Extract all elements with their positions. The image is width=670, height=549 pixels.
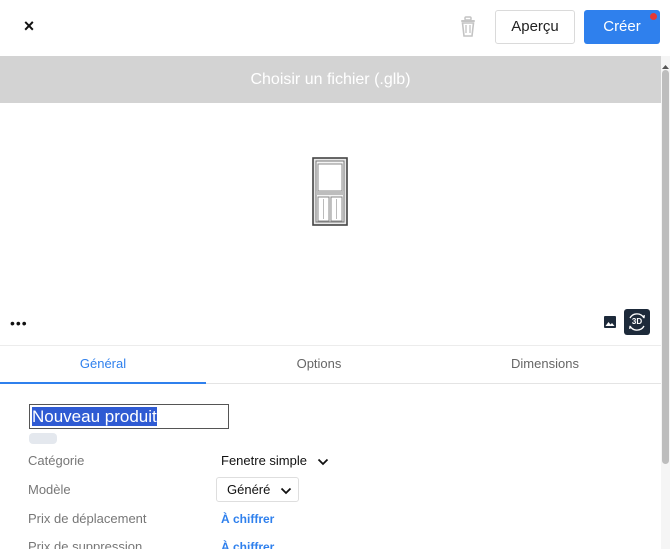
more-options-button[interactable]: ••• [10, 315, 32, 331]
product-name-input[interactable]: Nouveau produit [29, 404, 229, 429]
scroll-up-icon[interactable] [661, 58, 670, 69]
tab-dimensions[interactable]: Dimensions [442, 346, 648, 384]
close-button[interactable]: × [18, 14, 40, 38]
model-label: Modèle [28, 482, 71, 497]
tab-bar: Général Options Dimensions [0, 345, 661, 384]
product-name-text: Nouveau produit [32, 407, 157, 426]
window-model-preview [312, 157, 348, 232]
removal-price-label: Prix de suppression [28, 539, 143, 549]
model-select[interactable]: Généré [216, 477, 299, 502]
tab-options[interactable]: Options [216, 346, 422, 384]
choose-file-button[interactable]: Choisir un fichier (.glb) [0, 56, 661, 103]
tab-general[interactable]: Général [0, 346, 206, 384]
category-select[interactable]: Fenetre simple [221, 453, 329, 469]
top-bar: × Aperçu Créer [0, 0, 670, 56]
tag-pill[interactable] [29, 433, 57, 444]
trash-icon[interactable] [457, 15, 479, 39]
chevron-down-icon [280, 479, 292, 502]
model-viewer[interactable]: ••• 3D [0, 103, 661, 345]
image-view-icon[interactable] [598, 310, 622, 334]
general-form: Nouveau produit Catégorie Fenetre simple… [0, 385, 661, 549]
create-button[interactable]: Créer [584, 10, 660, 44]
removal-price-link[interactable]: À chiffrer [221, 540, 274, 549]
preview-button[interactable]: Aperçu [495, 10, 575, 44]
category-label: Catégorie [28, 453, 85, 468]
3d-label: 3D [631, 317, 643, 326]
move-price-link[interactable]: À chiffrer [221, 512, 274, 526]
notification-dot [650, 13, 657, 20]
category-value: Fenetre simple [221, 453, 307, 468]
chevron-down-icon [317, 454, 329, 469]
3d-view-button[interactable]: 3D [624, 309, 650, 335]
move-price-label: Prix de déplacement [28, 511, 147, 526]
active-tab-indicator [0, 382, 206, 384]
create-button-label: Créer [603, 18, 641, 35]
scrollbar[interactable] [661, 56, 670, 549]
model-value: Généré [227, 482, 271, 497]
scroll-thumb[interactable] [662, 70, 669, 464]
